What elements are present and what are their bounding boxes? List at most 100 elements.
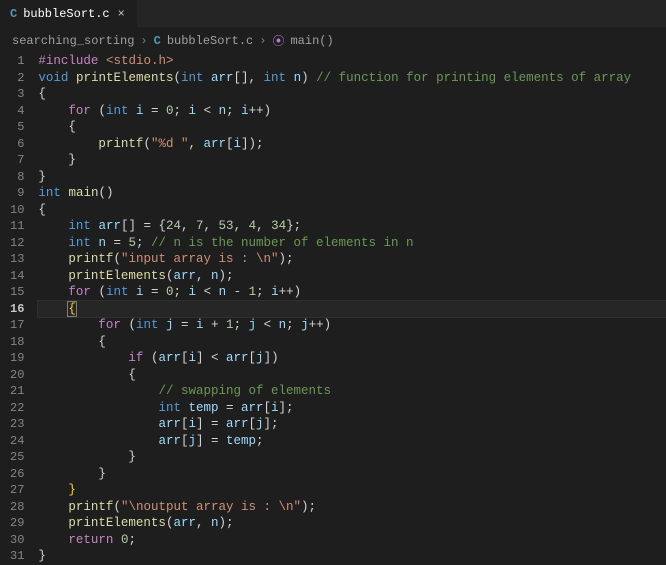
line-number: 29 <box>10 515 24 532</box>
close-icon[interactable]: × <box>116 7 127 21</box>
code-line[interactable]: { <box>38 334 666 351</box>
code-line[interactable]: printElements(arr, n); <box>38 515 666 532</box>
code-line[interactable]: } <box>38 169 666 186</box>
token: ( <box>113 252 121 266</box>
tab-bubblesort[interactable]: C bubbleSort.c × <box>0 0 137 27</box>
token: i <box>189 285 197 299</box>
token <box>128 285 136 299</box>
line-number: 1 <box>10 53 24 70</box>
code-line[interactable]: } <box>38 466 666 483</box>
code-line[interactable]: arr[j] = temp; <box>38 433 666 450</box>
token: < <box>196 285 219 299</box>
code-area[interactable]: #include <stdio.h>void printElements(int… <box>38 53 666 552</box>
token <box>158 318 166 332</box>
token <box>38 269 68 283</box>
token: arr <box>158 351 181 365</box>
token: - <box>226 285 249 299</box>
code-line[interactable]: } <box>38 449 666 466</box>
breadcrumb-symbol[interactable]: main() <box>290 34 333 48</box>
token <box>38 236 68 250</box>
token: void <box>38 71 68 85</box>
token: ); <box>219 269 234 283</box>
token: ( <box>173 71 181 85</box>
code-line[interactable]: { <box>38 119 666 136</box>
line-number-gutter: 1234567891011121314151617181920212223242… <box>0 53 38 552</box>
breadcrumb-file[interactable]: bubbleSort.c <box>167 34 253 48</box>
breadcrumb[interactable]: searching_sorting › C bubbleSort.c › ⦿ m… <box>0 28 666 53</box>
code-line[interactable]: for (int j = i + 1; j < n; j++) <box>38 317 666 334</box>
token <box>38 500 68 514</box>
code-line[interactable]: { <box>38 86 666 103</box>
code-line[interactable]: if (arr[i] < arr[j]) <box>38 350 666 367</box>
c-file-icon: C <box>154 34 161 48</box>
code-editor[interactable]: 1234567891011121314151617181920212223242… <box>0 53 666 552</box>
token <box>38 384 158 398</box>
token: n <box>211 269 219 283</box>
token: arr <box>158 434 181 448</box>
code-line[interactable]: printf("%d ", arr[i]); <box>38 136 666 153</box>
token <box>38 104 68 118</box>
token: n <box>98 236 106 250</box>
code-line[interactable]: { <box>38 202 666 219</box>
token: 1 <box>249 285 257 299</box>
token: n <box>294 71 302 85</box>
token <box>38 285 68 299</box>
token: , <box>234 219 249 233</box>
token: ; <box>174 104 189 118</box>
token <box>113 533 121 547</box>
line-number: 3 <box>10 86 24 103</box>
code-line[interactable]: int arr[] = {24, 7, 53, 4, 34}; <box>38 218 666 235</box>
line-number: 9 <box>10 185 24 202</box>
token: , <box>181 219 196 233</box>
token: printf <box>68 500 113 514</box>
token: "\noutput array is : \n" <box>121 500 301 514</box>
token: #include <box>38 54 98 68</box>
code-line[interactable]: int temp = arr[i]; <box>38 400 666 417</box>
code-line[interactable]: arr[i] = arr[j]; <box>38 416 666 433</box>
code-line[interactable]: printf("\noutput array is : \n"); <box>38 499 666 516</box>
code-line[interactable]: for (int i = 0; i < n; i++) <box>38 103 666 120</box>
code-line[interactable]: int main() <box>38 185 666 202</box>
token: main <box>68 186 98 200</box>
breadcrumb-folder[interactable]: searching_sorting <box>12 34 134 48</box>
token: [ <box>264 401 272 415</box>
line-number: 5 <box>10 119 24 136</box>
token: [] = { <box>121 219 166 233</box>
code-line[interactable]: } <box>38 152 666 169</box>
token: arr <box>226 351 249 365</box>
token: printf <box>68 252 113 266</box>
token: ( <box>91 285 106 299</box>
code-line[interactable]: void printElements(int arr[], int n) // … <box>38 70 666 87</box>
code-line[interactable]: } <box>38 548 666 565</box>
token <box>38 417 158 431</box>
code-line[interactable]: return 0; <box>38 532 666 549</box>
token: i <box>196 318 204 332</box>
token: { <box>38 368 136 382</box>
code-line[interactable]: { <box>38 301 666 318</box>
code-line[interactable]: printf("input array is : \n"); <box>38 251 666 268</box>
code-line[interactable]: printElements(arr, n); <box>38 268 666 285</box>
tab-bar: C bubbleSort.c × <box>0 0 666 28</box>
token: ]) <box>264 351 279 365</box>
token <box>38 318 98 332</box>
code-line[interactable]: } <box>38 482 666 499</box>
token: i <box>271 285 279 299</box>
token: ; <box>234 318 249 332</box>
token: ; <box>256 285 271 299</box>
token: () <box>98 186 113 200</box>
token: } <box>68 483 76 497</box>
token: j <box>166 318 174 332</box>
code-line[interactable]: { <box>38 367 666 384</box>
code-line[interactable]: for (int i = 0; i < n - 1; i++) <box>38 284 666 301</box>
token: "input array is : \n" <box>121 252 279 266</box>
line-number: 16 <box>10 301 24 318</box>
line-number: 7 <box>10 152 24 169</box>
token: int <box>68 236 91 250</box>
token: < <box>196 104 219 118</box>
code-line[interactable]: int n = 5; // n is the number of element… <box>38 235 666 252</box>
line-number: 30 <box>10 532 24 549</box>
line-number: 12 <box>10 235 24 252</box>
code-line[interactable]: // swapping of elements <box>38 383 666 400</box>
code-line[interactable]: #include <stdio.h> <box>38 53 666 70</box>
token <box>38 219 68 233</box>
